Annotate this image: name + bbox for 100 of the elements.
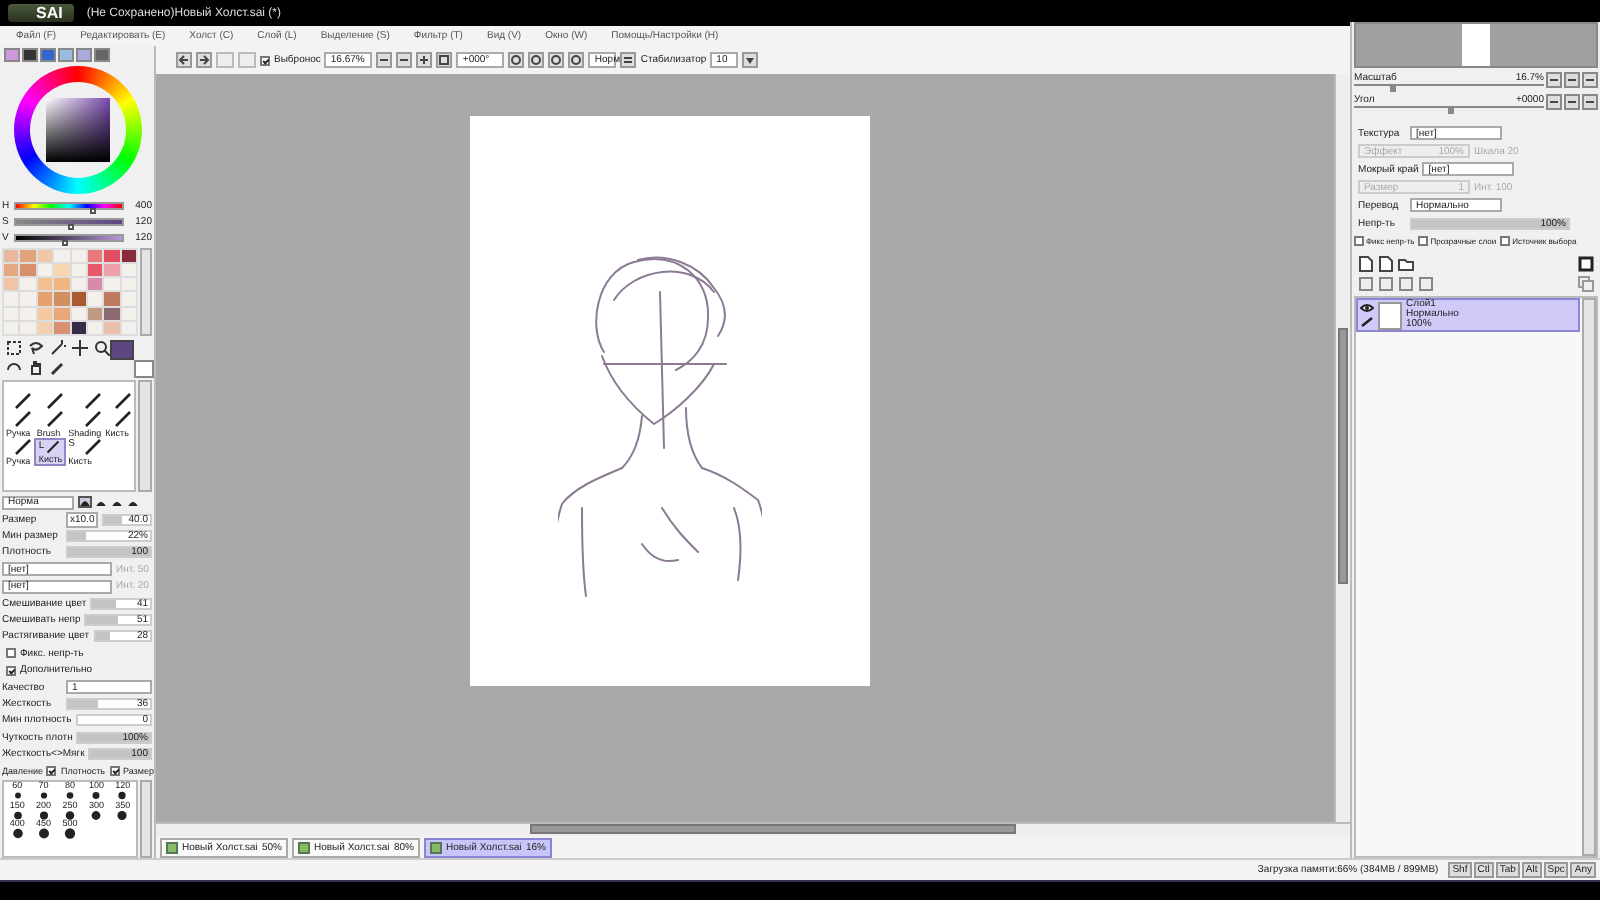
zoom-slider[interactable] [1354, 83, 1544, 89]
color-swatch[interactable] [121, 307, 136, 320]
color-swatch[interactable] [37, 307, 53, 320]
color-swatch[interactable] [54, 278, 69, 291]
brush-dot-icon[interactable] [11, 828, 24, 840]
color-swatch[interactable] [104, 307, 120, 320]
color-slider[interactable] [14, 202, 124, 210]
brush-dot-icon[interactable] [63, 828, 76, 840]
rotate-left-icon[interactable] [508, 52, 525, 68]
color-swatch[interactable] [37, 250, 53, 263]
color-swatch[interactable] [20, 321, 36, 334]
brush-dot-icon[interactable] [37, 828, 50, 840]
color-swatch[interactable] [4, 264, 19, 277]
color-swatch[interactable] [54, 321, 69, 334]
color-swatch[interactable] [104, 292, 120, 306]
flip-icon[interactable] [568, 52, 585, 68]
stop-icon[interactable] [1578, 255, 1594, 271]
color-swatch[interactable] [104, 278, 120, 291]
zoom-reset-icon[interactable] [396, 52, 413, 68]
secondary-color[interactable] [134, 360, 154, 378]
color-swatch[interactable] [4, 292, 19, 306]
rotate-icon[interactable] [6, 360, 22, 376]
color-swatch[interactable] [121, 292, 136, 306]
color-swatch[interactable] [87, 278, 103, 291]
brush-dot-icon[interactable] [90, 790, 103, 802]
checkbox[interactable] [46, 766, 57, 777]
zoom-button-icon[interactable] [1546, 94, 1562, 110]
color-swatch[interactable] [20, 278, 36, 291]
magic-wand-icon[interactable] [50, 340, 66, 356]
color-swatch[interactable] [54, 250, 69, 263]
brush-shape-icon[interactable] [110, 496, 124, 508]
checkbox[interactable] [1500, 236, 1511, 246]
sketch-drawing[interactable] [558, 256, 762, 600]
color-swatch[interactable] [87, 264, 103, 277]
color-swatch[interactable] [4, 250, 19, 263]
color-swatch[interactable] [71, 307, 86, 320]
brush-shape-icon[interactable] [78, 496, 92, 508]
brush-dot-icon[interactable] [37, 809, 50, 821]
color-swatch[interactable] [20, 307, 36, 320]
zoom-button-icon[interactable] [1582, 94, 1598, 110]
color-swatch[interactable] [71, 278, 86, 291]
selection-icon[interactable] [6, 340, 22, 356]
scrollbar[interactable] [156, 822, 1350, 836]
color-swatch[interactable] [37, 292, 53, 306]
zoom-icon[interactable] [94, 340, 110, 356]
brush-dot-icon[interactable] [116, 790, 129, 802]
list-icon[interactable] [620, 52, 637, 68]
zoom-button-icon[interactable] [1546, 72, 1562, 88]
dropdown-arrow-icon[interactable] [742, 52, 759, 68]
color-swatch[interactable] [20, 292, 36, 306]
brush-dot-icon[interactable] [11, 809, 24, 821]
color-swatch[interactable] [121, 278, 136, 291]
color-swatch[interactable] [37, 321, 53, 334]
zoom-in-icon[interactable] [416, 52, 433, 68]
scrollbar[interactable] [140, 248, 152, 336]
brush-dot-icon[interactable] [116, 809, 129, 821]
checkbox[interactable] [109, 766, 119, 777]
brush-shape-icon[interactable] [94, 496, 108, 508]
eyedropper-icon[interactable] [50, 360, 66, 376]
move-icon[interactable] [72, 340, 88, 356]
color-swatch[interactable] [71, 321, 86, 334]
color-swatch[interactable] [104, 264, 120, 277]
color-swatch[interactable] [104, 250, 120, 263]
fit-icon[interactable] [436, 52, 453, 68]
checkbox[interactable] [1354, 236, 1364, 246]
scrollbar[interactable] [138, 380, 152, 492]
zoom-out-icon[interactable] [376, 52, 393, 68]
color-swatch[interactable] [37, 278, 53, 291]
brush-dot-icon[interactable] [63, 790, 76, 802]
angle-slider[interactable] [1354, 105, 1544, 111]
color-swatch[interactable] [87, 307, 103, 320]
eye-icon[interactable] [1360, 302, 1374, 314]
scrollbar[interactable] [1334, 74, 1350, 822]
color-swatch[interactable] [54, 264, 69, 277]
lasso-icon[interactable] [28, 340, 44, 356]
brush-icon[interactable] [1360, 316, 1374, 328]
color-swatch[interactable] [71, 250, 86, 263]
color-swatch[interactable] [121, 250, 136, 263]
color-swatch[interactable] [54, 307, 69, 320]
rotate-right-icon[interactable] [528, 52, 545, 68]
color-swatch[interactable] [87, 321, 103, 334]
color-swatch[interactable] [121, 264, 136, 277]
brush-dot-icon[interactable] [90, 809, 103, 821]
document-icon[interactable] [166, 841, 178, 853]
scrollbar[interactable] [140, 780, 152, 858]
color-swatch[interactable] [71, 292, 86, 306]
zoom-button-icon[interactable] [1564, 72, 1580, 88]
color-swatch[interactable] [4, 278, 19, 291]
checkbox[interactable] [1418, 236, 1429, 246]
zoom-button-icon[interactable] [1582, 72, 1598, 88]
redo-icon[interactable] [196, 52, 212, 68]
color-swatch[interactable] [71, 264, 86, 277]
color-swatch[interactable] [121, 321, 136, 334]
folder-icon[interactable] [1398, 255, 1414, 271]
primary-color[interactable] [110, 340, 134, 360]
color-swatch[interactable] [87, 250, 103, 263]
color-swatch[interactable] [37, 264, 53, 277]
brush-dot-icon[interactable] [11, 790, 24, 802]
rotate-reset-icon[interactable] [548, 52, 565, 68]
color-slider[interactable] [14, 218, 124, 226]
